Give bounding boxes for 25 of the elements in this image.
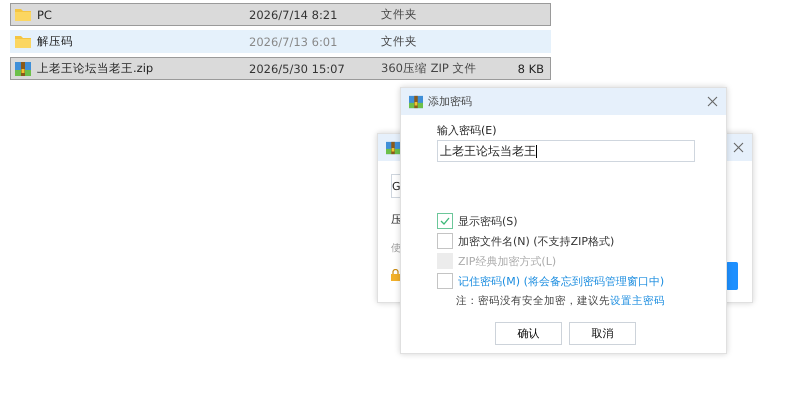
file-type: 360压缩 ZIP 文件	[381, 61, 478, 76]
note-text: 注：密码没有安全加密，建议先	[456, 295, 610, 307]
file-row[interactable]: 上老王论坛当老王.zip 2026/5/30 15:07 360压缩 ZIP 文件 8 KB	[10, 57, 551, 80]
file-type: 文件夹	[381, 34, 418, 49]
file-name: 解压码	[37, 34, 73, 49]
master-password-link[interactable]: 设置主密码	[610, 295, 665, 307]
dialog-title: 添加密码	[428, 94, 472, 109]
option-label: 加密文件名(N) (不支持ZIP格式)	[458, 234, 614, 248]
option-link[interactable]: 记住密码(M) (将会备忘到密码管理窗口中)	[458, 274, 664, 288]
file-row[interactable]: 解压码 2026/7/13 6:01 文件夹	[10, 30, 551, 53]
confirm-button[interactable]: 确认	[495, 322, 562, 345]
password-label: 输入密码(E)	[437, 123, 498, 138]
file-size: 8 KB	[516, 62, 545, 76]
option-label: 显示密码(S)	[458, 214, 518, 228]
file-date: 2026/7/13 6:01	[249, 34, 338, 48]
file-date: 2026/5/30 15:07	[249, 62, 346, 76]
option-label: ZIP经典加密方式(L)	[458, 254, 556, 268]
cancel-button[interactable]: 取消	[569, 322, 636, 345]
file-row[interactable]: PC 2026/7/14 8:21 文件夹	[10, 3, 551, 26]
file-name: PC	[37, 8, 52, 22]
file-date: 2026/7/14 8:21	[249, 8, 338, 22]
back-hint: 使	[391, 242, 401, 255]
file-type: 文件夹	[381, 7, 418, 22]
password-field[interactable]: 上老王论坛当老王	[437, 140, 695, 162]
file-name: 上老王论坛当老王.zip	[37, 61, 154, 76]
